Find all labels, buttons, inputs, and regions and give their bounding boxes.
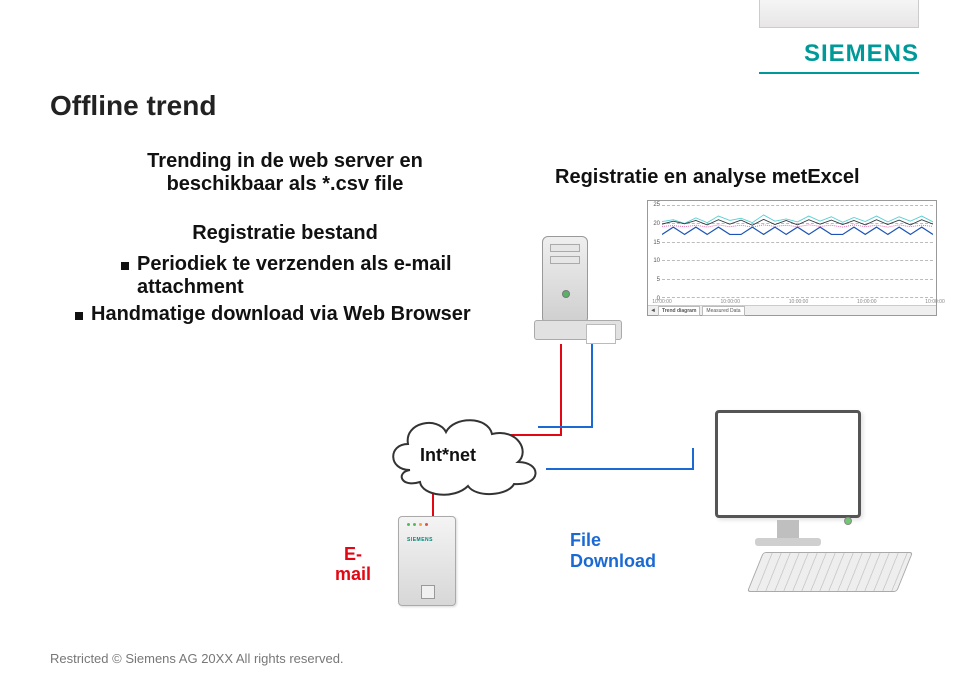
chart-y-tick-label: 10	[650, 258, 660, 264]
keyboard-icon	[747, 552, 913, 592]
flow-line-download	[546, 468, 694, 470]
intro-line-2: beschikbaar als *.csv file	[167, 173, 404, 195]
chart-gridline	[662, 297, 933, 298]
workstation-illustration	[685, 410, 905, 600]
chart-heading: Registratie en analyse metExcel	[555, 166, 860, 189]
email-label-line2: mail	[335, 564, 371, 584]
chart-y-tick-label: 15	[650, 240, 660, 246]
chart-series-noisy-cyan	[662, 215, 933, 223]
internet-cloud-label: Int*net	[420, 445, 476, 466]
server-drive-slot	[550, 244, 580, 252]
chart-tab-scroll-left-icon[interactable]: ◄	[650, 308, 656, 314]
plc-brand-text: SIEMENS	[407, 537, 433, 543]
file-download-label: File Download	[570, 530, 656, 571]
subheading: Registratie bestand	[95, 222, 475, 245]
page-title: Offline trend	[50, 90, 216, 122]
bullet-marker-icon	[75, 312, 83, 320]
file-download-line2: Download	[570, 551, 656, 571]
chart-y-tick-label: 25	[650, 202, 660, 208]
left-text-column: Trending in de web server en beschikbaar…	[95, 150, 475, 330]
footer-copyright: Restricted © Siemens AG 20XX All rights …	[50, 651, 344, 666]
plc-led-orange-icon	[419, 523, 422, 526]
chart-series-layer	[662, 205, 933, 297]
email-label-line1: E-	[344, 544, 362, 564]
brand-underline	[759, 72, 919, 74]
chart-y-tick-label: 20	[650, 221, 660, 227]
server-power-led-icon	[562, 290, 570, 298]
chart-tab-measured-data[interactable]: Measured Data	[702, 306, 744, 316]
bullet-item-1: Periodiek te verzenden als e-mail attach…	[121, 253, 475, 299]
chart-tabs: ◄ Trend diagram Measured Data	[648, 305, 936, 315]
monitor-stand-base	[755, 538, 821, 546]
trend-chart: 0510152025 10:00:0010:00:0010:00:0010:00…	[647, 200, 937, 316]
file-download-line1: File	[570, 530, 601, 550]
flow-line-download	[591, 344, 593, 428]
plc-module-illustration: SIEMENS	[398, 516, 456, 606]
chart-y-tick-label: 5	[650, 277, 660, 283]
server-front-slot	[586, 324, 616, 344]
intro-line-1: Trending in de web server en	[147, 150, 423, 172]
flow-line-email	[560, 344, 562, 436]
monitor-icon	[715, 410, 861, 518]
chart-tab-trend-diagram[interactable]: Trend diagram	[658, 306, 700, 316]
bullet-text-2: Handmatige download via Web Browser	[91, 303, 471, 326]
plc-led-green-icon	[413, 523, 416, 526]
plc-led-green-icon	[407, 523, 410, 526]
plc-led-row	[407, 523, 428, 526]
chart-series-blue-step	[662, 227, 933, 234]
bullet-marker-icon	[121, 262, 129, 270]
bullet-item-2: Handmatige download via Web Browser	[75, 303, 475, 326]
brand-logo-block: SIEMENS	[759, 40, 919, 74]
server-illustration	[534, 236, 622, 344]
server-drive-slot	[550, 256, 580, 264]
plc-led-red-icon	[425, 523, 428, 526]
email-label: E- mail	[335, 545, 371, 585]
intro-paragraph: Trending in de web server en beschikbaar…	[95, 150, 475, 196]
bullet-text-1: Periodiek te verzenden als e-mail attach…	[137, 253, 475, 299]
plc-port-icon	[421, 585, 435, 599]
header-decor-bar	[759, 0, 919, 28]
brand-logo: SIEMENS	[759, 40, 919, 68]
monitor-stand	[777, 520, 799, 540]
